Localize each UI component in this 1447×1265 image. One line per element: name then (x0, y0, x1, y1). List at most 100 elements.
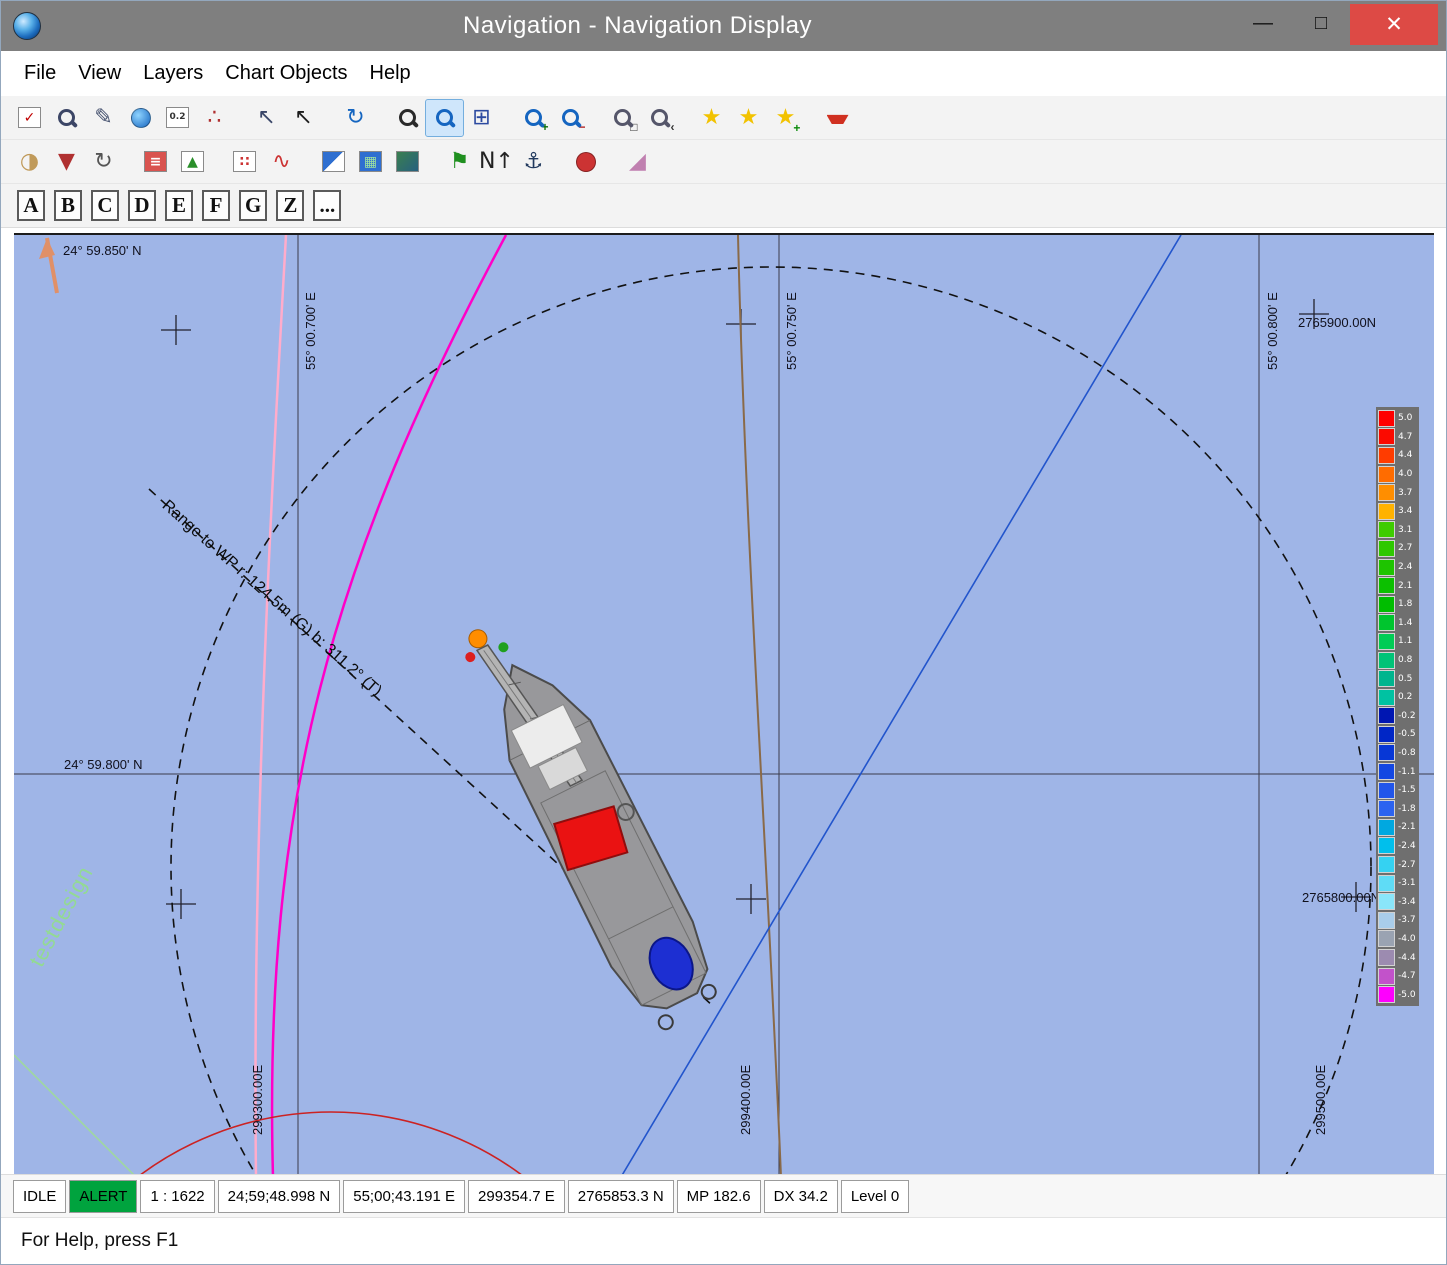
scale-page-button[interactable]: 0.2 (159, 100, 196, 136)
measure-protractor-icon: ◑ (20, 151, 39, 173)
colorbar-swatch (1378, 782, 1395, 799)
colorbar-entry: 1.1 (1378, 632, 1416, 651)
man-overboard-button[interactable] (819, 100, 856, 136)
colorbar-entry: -4.7 (1378, 967, 1416, 986)
query-cursor-button[interactable]: ✎ (85, 100, 122, 136)
green-flag-icon: ⚑ (450, 151, 470, 173)
zoom-out-button[interactable]: − (552, 100, 589, 136)
colorbar-value: -0.2 (1398, 711, 1416, 721)
minimize-button[interactable]: — (1234, 1, 1292, 45)
zoom-icon (398, 108, 418, 128)
colorbar-entry: -0.8 (1378, 744, 1416, 763)
colorbar-swatch (1378, 930, 1395, 947)
title-bar: Navigation - Navigation Display — □ ✕ (1, 1, 1446, 51)
zoom-in-button[interactable]: + (515, 100, 552, 136)
maximize-button[interactable]: □ (1292, 1, 1350, 45)
layer-button-B[interactable]: B (54, 190, 82, 221)
track-line-button[interactable]: ∿ (263, 144, 300, 180)
colorbar-value: 1.4 (1398, 618, 1412, 628)
color-grid-button[interactable]: ▦ (352, 144, 389, 180)
layer-button-C[interactable]: C (91, 190, 119, 221)
drop-waypoint-button[interactable]: ▼ (48, 144, 85, 180)
north-up-button[interactable]: N↑ (478, 144, 515, 180)
pan-view-icon: ⊞ (472, 107, 490, 129)
globe-button[interactable] (122, 100, 159, 136)
layer-button-Z[interactable]: Z (276, 190, 304, 221)
colorbar-value: -5.0 (1398, 990, 1416, 1000)
colorbar-entry: -1.5 (1378, 781, 1416, 800)
zoom-window-button[interactable] (426, 100, 463, 136)
layer-button-E[interactable]: E (165, 190, 193, 221)
help-text: For Help, press F1 (21, 1230, 178, 1252)
colorbar-value: -3.7 (1398, 915, 1416, 925)
layers-manager-icon: ≡ (144, 151, 167, 172)
zoom-back-button[interactable]: ‹ (641, 100, 678, 136)
zoom-button[interactable] (389, 100, 426, 136)
colorbar-swatch (1378, 540, 1395, 557)
menu-view[interactable]: View (67, 56, 132, 91)
erase-area-button[interactable]: ◢ (619, 144, 656, 180)
drop-waypoint-icon: ▼ (58, 151, 75, 173)
buoy-button[interactable] (567, 144, 604, 180)
pan-cursor-button[interactable]: ↖ (248, 100, 285, 136)
chart-canvas[interactable]: 24° 59.850' N 24° 59.800' N 55° 00.700' … (14, 233, 1434, 1174)
grid-lines (14, 235, 1434, 1174)
colorbar-value: -0.8 (1398, 748, 1416, 758)
status-level: Level 0 (841, 1180, 909, 1213)
status-northing: 2765853.3 N (568, 1180, 674, 1213)
favorites-view-button[interactable]: ★ (730, 100, 767, 136)
chart-label-northing-1: 2765900.00N (1298, 315, 1376, 330)
menu-file[interactable]: File (13, 56, 67, 91)
colorbar-value: -4.0 (1398, 934, 1416, 944)
route-editor-button[interactable]: ∴ (196, 100, 233, 136)
layers-manager-button[interactable]: ≡ (137, 144, 174, 180)
colorbar-value: 2.4 (1398, 562, 1412, 572)
background-image-button[interactable]: ▲ (174, 144, 211, 180)
favorites-add-button[interactable]: ★+ (767, 100, 804, 136)
colorbar-entry: 4.0 (1378, 465, 1416, 484)
colorbar-swatch (1378, 577, 1395, 594)
menu-chart-objects[interactable]: Chart Objects (214, 56, 358, 91)
colorbar-value: -1.8 (1398, 804, 1416, 814)
favorites-button[interactable]: ★ (693, 100, 730, 136)
colorbar-value: 4.4 (1398, 450, 1412, 460)
menu-help[interactable]: Help (359, 56, 422, 91)
mission-check-button[interactable]: ✓ (11, 100, 48, 136)
menu-bar: FileViewLayersChart ObjectsHelp (1, 51, 1446, 96)
layer-button-more[interactable]: ... (313, 190, 341, 221)
chart-split-button[interactable] (315, 144, 352, 180)
vessel[interactable] (450, 601, 731, 1039)
colorbar-value: 2.1 (1398, 581, 1412, 591)
layer-button-F[interactable]: F (202, 190, 230, 221)
point-grid-button[interactable]: ∷ (226, 144, 263, 180)
mission-check-icon: ✓ (18, 107, 41, 128)
anchor-watch-button[interactable]: ⚓ (515, 144, 552, 180)
close-button[interactable]: ✕ (1350, 4, 1438, 45)
colorbar-swatch (1378, 596, 1395, 613)
search-chart-button[interactable] (48, 100, 85, 136)
track-line-icon: ∿ (272, 151, 290, 173)
green-flag-button[interactable]: ⚑ (441, 144, 478, 180)
rotate-tool-icon: ↻ (94, 151, 112, 173)
search-chart-icon (57, 108, 77, 128)
toolbar-main: ✓✎0.2∴↖↖↻⊞+−□‹★★★+ (1, 96, 1446, 140)
layer-button-G[interactable]: G (239, 190, 267, 221)
measure-protractor-button[interactable]: ◑ (11, 144, 48, 180)
colorbar-value: 5.0 (1398, 413, 1412, 423)
rotate-tool-button[interactable]: ↻ (85, 144, 122, 180)
refresh-view-button[interactable]: ↻ (337, 100, 374, 136)
depth-colorbar: 5.04.74.44.03.73.43.12.72.42.11.81.41.10… (1376, 407, 1419, 1006)
layer-button-D[interactable]: D (128, 190, 156, 221)
select-cursor-button[interactable]: ↖ (285, 100, 322, 136)
select-cursor-icon: ↖ (294, 107, 312, 129)
layer-button-A[interactable]: A (17, 190, 45, 221)
pan-view-button[interactable]: ⊞ (463, 100, 500, 136)
colorbar-swatch (1378, 819, 1395, 836)
colorbar-entry: 4.7 (1378, 428, 1416, 447)
north-arrow-icon (39, 238, 57, 293)
application-window: Navigation - Navigation Display — □ ✕ Fi… (0, 0, 1447, 1265)
seabed-map-button[interactable] (389, 144, 426, 180)
zoom-all-button[interactable]: □ (604, 100, 641, 136)
menu-layers[interactable]: Layers (132, 56, 214, 91)
chart-label-lon-2: 55° 00.750' E (784, 292, 799, 370)
